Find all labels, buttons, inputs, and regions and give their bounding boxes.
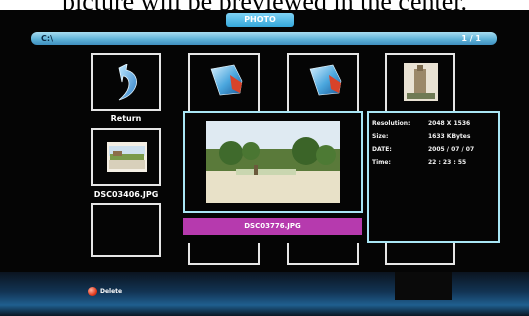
page-indicator: 1 / 1 [461, 34, 481, 43]
red-circle-icon[interactable] [88, 287, 97, 296]
file-tile-1[interactable] [188, 53, 260, 113]
file-tile-4[interactable] [188, 243, 260, 265]
return-arrow-icon [118, 64, 137, 101]
info-row-size: Size: 1633 KBytes [372, 133, 470, 140]
path-bar: C:\ 1 / 1 [31, 32, 497, 45]
thumbnail-tile-left[interactable] [91, 128, 161, 186]
return-label: Return [110, 114, 142, 123]
empty-tile[interactable] [91, 203, 161, 257]
image-file-icon [210, 64, 243, 96]
info-value: 2048 X 1536 [428, 120, 471, 127]
page-title: PHOTO [226, 13, 294, 27]
photo-thumbnail [107, 142, 147, 172]
delete-label: Delete [100, 288, 123, 295]
info-key: Time: [372, 159, 391, 166]
tv-screen: PHOTO C:\ 1 / 1 Return DSC03406.JPG Reso… [0, 10, 529, 316]
return-tile[interactable] [91, 53, 161, 111]
info-value: 1633 KBytes [428, 133, 471, 140]
info-row-date: DATE: 2005 / 07 / 07 [372, 146, 474, 153]
photo-thumbnail [404, 63, 438, 101]
photo-preview [183, 111, 363, 213]
info-key: Size: [372, 133, 389, 140]
preview-image [206, 121, 340, 203]
photo-info-panel: Resolution: 2048 X 1536 Size: 1633 KByte… [367, 111, 500, 243]
footer-block [395, 272, 452, 300]
info-value: 22 : 23 : 55 [428, 159, 467, 166]
info-value: 2005 / 07 / 07 [428, 146, 475, 153]
selected-filename-bar: DSC03776.JPG [183, 218, 362, 235]
image-file-icon [309, 64, 342, 96]
current-path: C:\ [41, 34, 53, 43]
info-row-resolution: Resolution: 2048 X 1536 [372, 120, 470, 127]
info-key: Resolution: [372, 120, 411, 127]
info-row-time: Time: 22 : 23 : 55 [372, 159, 466, 166]
file-tile-5[interactable] [287, 243, 359, 265]
info-key: DATE: [372, 146, 392, 153]
file-tile-3[interactable] [385, 53, 455, 113]
thumbnail-filename: DSC03406.JPG [93, 190, 159, 199]
file-tile-6[interactable] [385, 243, 455, 265]
file-tile-2[interactable] [287, 53, 359, 113]
